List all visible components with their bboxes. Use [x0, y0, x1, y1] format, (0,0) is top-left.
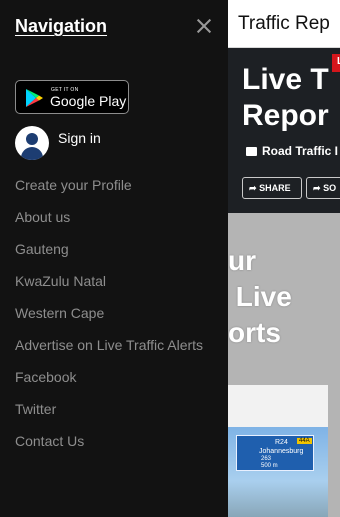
- road-sign-number: 263: [261, 456, 272, 462]
- live-badge: LI: [332, 54, 340, 72]
- highway-image-card[interactable]: R24 44A Johannesburg 263 500 m: [228, 385, 328, 517]
- sign-in-label: Sign in: [58, 130, 101, 146]
- road-sign-distance: 500 m: [261, 463, 278, 469]
- google-play-big-text: Google Play: [50, 93, 127, 109]
- page-title: Traffic Rep: [238, 13, 330, 34]
- google-play-icon: [26, 89, 43, 107]
- hero-subtitle-text: Road Traffic I: [262, 144, 339, 158]
- road-sign-ref: 44A: [297, 438, 312, 444]
- menu-item-create-profile[interactable]: Create your Profile: [15, 174, 215, 197]
- close-icon[interactable]: [192, 14, 216, 38]
- share-button-label: SHARE: [259, 183, 291, 193]
- road-sign-city: Johannesburg: [259, 448, 304, 455]
- hero-headline: Live T Repor: [242, 63, 329, 132]
- secondary-share-label: SO: [323, 183, 337, 193]
- sign-in-link[interactable]: Sign in: [15, 126, 215, 160]
- hero-subtitle: Road Traffic I: [246, 144, 338, 158]
- user-avatar-icon: [15, 126, 49, 160]
- menu-item-gauteng[interactable]: Gauteng: [15, 238, 215, 261]
- menu-item-twitter[interactable]: Twitter: [15, 398, 215, 421]
- road-sign: R24 44A Johannesburg 263 500 m: [236, 435, 314, 471]
- menu-item-about-us[interactable]: About us: [15, 206, 215, 229]
- menu-item-advertise[interactable]: Advertise on Live Traffic Alerts: [15, 334, 215, 357]
- share-icon: ➦: [249, 183, 257, 193]
- menu-item-kwazulu-natal[interactable]: KwaZulu Natal: [15, 270, 215, 293]
- camera-icon: [246, 147, 257, 156]
- menu-item-facebook[interactable]: Facebook: [15, 366, 215, 389]
- drawer-title: Navigation: [15, 16, 108, 36]
- menu-item-western-cape[interactable]: Western Cape: [15, 302, 215, 325]
- google-play-button[interactable]: GET IT ON Google Play: [15, 80, 129, 114]
- secondary-share-button[interactable]: ➦ SO: [306, 177, 340, 199]
- share-icon: ➦: [313, 183, 321, 193]
- share-button[interactable]: ➦ SHARE: [242, 177, 302, 199]
- drawer-menu: Create your Profile About us Gauteng Kwa…: [15, 174, 215, 462]
- navigation-drawer: Navigation GET IT ON Google Play Sign in…: [0, 0, 228, 517]
- promo-text: ur Live orts: [228, 245, 292, 348]
- road-sign-route: R24: [275, 439, 288, 446]
- page-header: Traffic Rep: [228, 0, 340, 48]
- menu-item-contact-us[interactable]: Contact Us: [15, 430, 215, 453]
- hero-banner[interactable]: LI Live T Repor Road Traffic I ➦ SHARE ➦…: [228, 48, 340, 213]
